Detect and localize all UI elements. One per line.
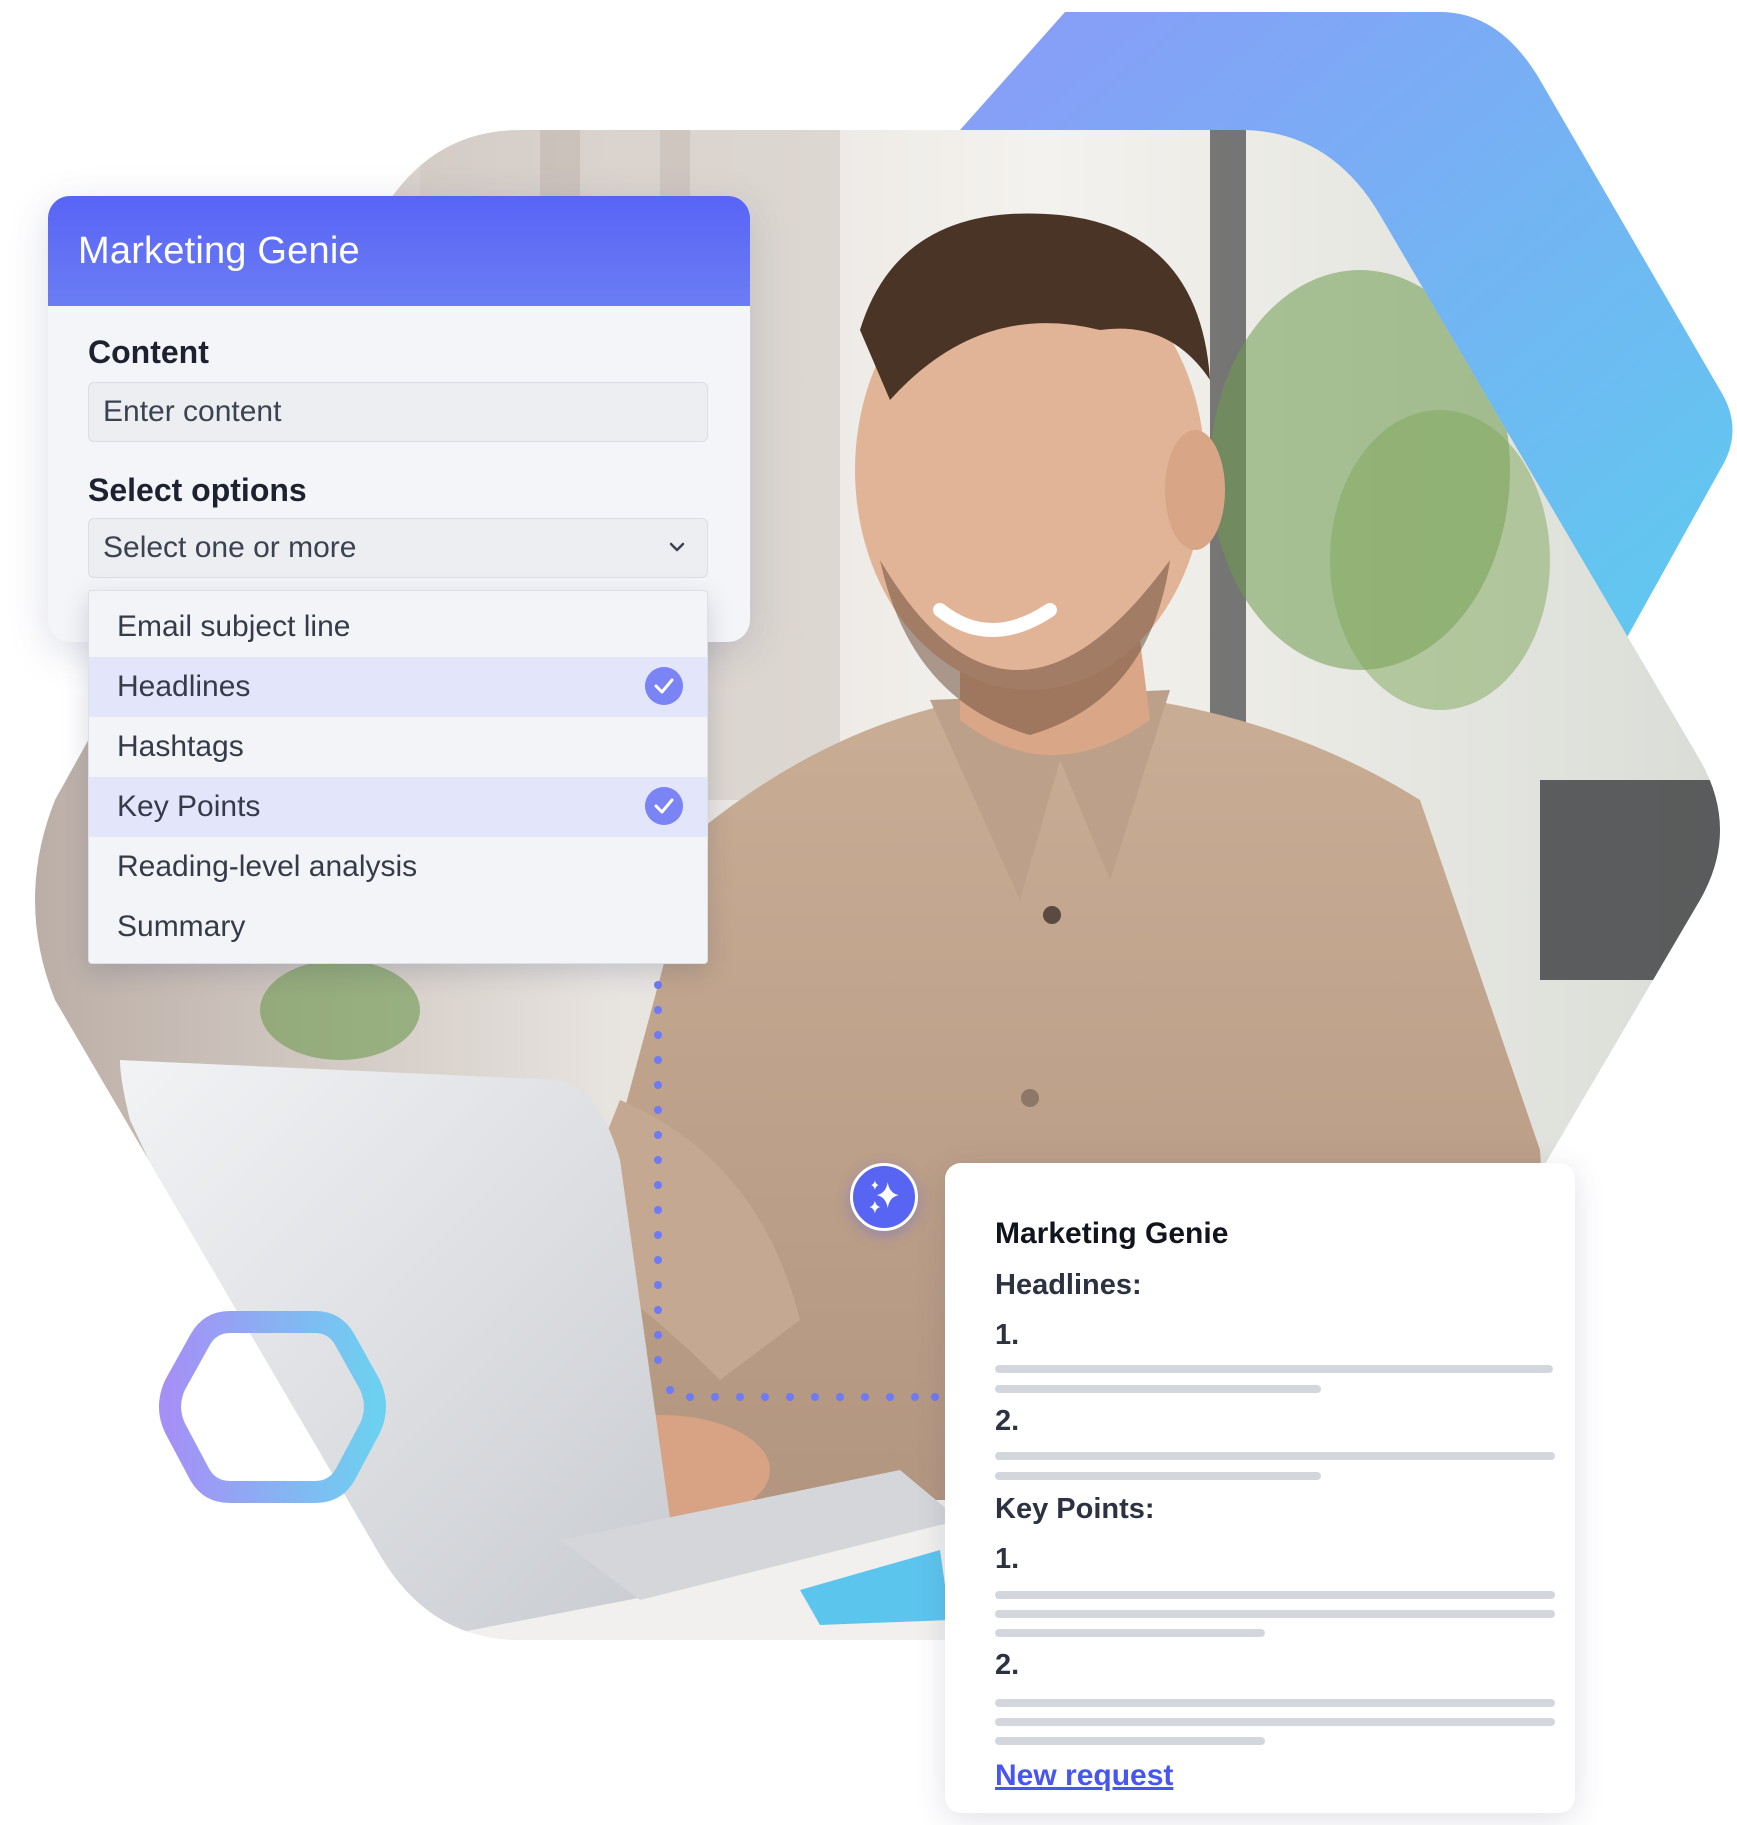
- option-label: Hashtags: [117, 730, 244, 763]
- headline-number: 2.: [995, 1405, 1020, 1437]
- option-label: Headlines: [117, 670, 251, 703]
- check-circle-icon: [645, 667, 683, 705]
- result-content: Marketing Genie Headlines: 1. 2. Key Poi…: [959, 1179, 1561, 1797]
- options-select[interactable]: Select one or more: [88, 518, 708, 578]
- option-headlines[interactable]: Headlines: [89, 657, 707, 717]
- key-points-heading: Key Points:: [995, 1493, 1155, 1525]
- headline-number: 1.: [995, 1319, 1020, 1351]
- marketing-genie-result-card: Marketing Genie Headlines: 1. 2. Key Poi…: [945, 1163, 1575, 1813]
- content-input[interactable]: Enter content: [88, 382, 708, 442]
- options-select-placeholder: Select one or more: [103, 531, 357, 564]
- result-title: Marketing Genie: [995, 1217, 1229, 1250]
- chevron-down-icon: [669, 542, 685, 552]
- option-label: Summary: [117, 910, 246, 943]
- placeholder-text-line: [995, 1629, 1265, 1637]
- content-label: Content: [88, 334, 209, 370]
- placeholder-text-line: [995, 1610, 1555, 1618]
- placeholder-text-line: [995, 1718, 1555, 1726]
- sparkle-icon: [850, 1163, 918, 1231]
- form-header: Marketing Genie: [48, 196, 750, 306]
- key-point-number: 2.: [995, 1649, 1020, 1681]
- placeholder-text-line: [995, 1365, 1553, 1373]
- headlines-heading: Headlines:: [995, 1269, 1142, 1301]
- marketing-genie-form-card: Marketing Genie Content Enter content Se…: [48, 196, 750, 642]
- select-options-label: Select options: [88, 472, 307, 508]
- check-circle-icon: [645, 787, 683, 825]
- form-title: Marketing Genie: [78, 229, 360, 272]
- placeholder-text-line: [995, 1385, 1321, 1393]
- option-summary[interactable]: Summary: [89, 897, 707, 957]
- placeholder-text-line: [995, 1591, 1555, 1599]
- option-email-subject-line[interactable]: Email subject line: [89, 597, 707, 657]
- content-input-placeholder: Enter content: [103, 395, 282, 428]
- option-reading-level-analysis[interactable]: Reading-level analysis: [89, 837, 707, 897]
- key-point-number: 1.: [995, 1543, 1020, 1575]
- placeholder-text-line: [995, 1699, 1555, 1707]
- new-request-link[interactable]: New request: [995, 1759, 1173, 1793]
- option-label: Email subject line: [117, 610, 351, 643]
- option-label: Reading-level analysis: [117, 850, 418, 883]
- option-hashtags[interactable]: Hashtags: [89, 717, 707, 777]
- option-key-points[interactable]: Key Points: [89, 777, 707, 837]
- placeholder-text-line: [995, 1452, 1555, 1460]
- placeholder-text-line: [995, 1472, 1321, 1480]
- option-label: Key Points: [117, 790, 261, 823]
- options-dropdown-list: Email subject line Headlines Hashtags Ke…: [88, 590, 708, 964]
- placeholder-text-line: [995, 1737, 1265, 1745]
